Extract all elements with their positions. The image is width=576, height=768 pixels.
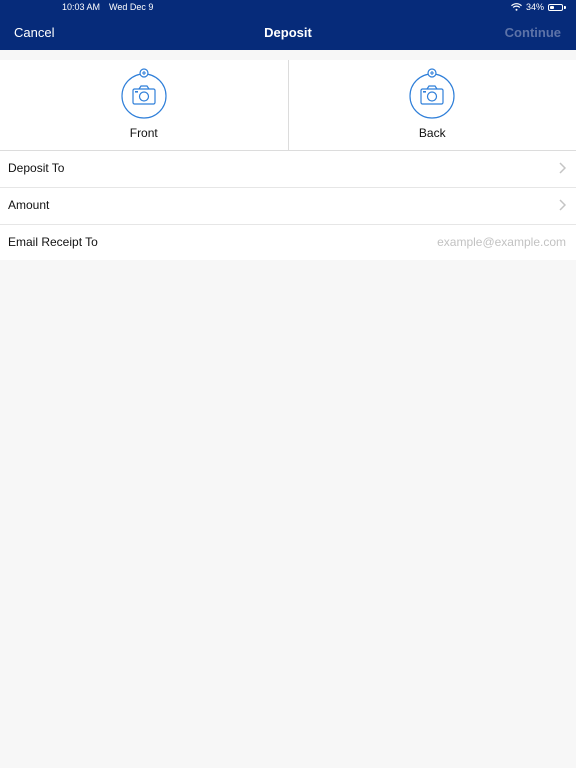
check-capture-row: Front Back bbox=[0, 60, 576, 151]
continue-button[interactable]: Continue bbox=[505, 25, 561, 40]
capture-back-label: Back bbox=[418, 126, 446, 140]
navigation-header: 10:03 AM Wed Dec 9 34% Cancel Deposit Co… bbox=[0, 0, 576, 50]
chevron-right-icon bbox=[559, 162, 566, 174]
page-title: Deposit bbox=[264, 25, 312, 40]
capture-front-label: Front bbox=[129, 126, 158, 140]
amount-row[interactable]: Amount bbox=[0, 188, 576, 225]
deposit-to-row[interactable]: Deposit To bbox=[0, 151, 576, 188]
chevron-right-icon bbox=[559, 199, 566, 211]
status-time: 10:03 AM bbox=[62, 2, 101, 12]
email-receipt-row: Email Receipt To bbox=[0, 225, 576, 261]
status-date: Wed Dec 9 bbox=[109, 2, 154, 12]
deposit-to-label: Deposit To bbox=[8, 161, 65, 175]
battery-icon bbox=[548, 3, 566, 11]
battery-percent: 34% bbox=[525, 2, 544, 12]
email-receipt-input[interactable] bbox=[366, 233, 566, 251]
capture-back-button[interactable]: Back bbox=[289, 60, 576, 150]
wifi-icon bbox=[511, 3, 522, 11]
status-bar: 10:03 AM Wed Dec 9 34% bbox=[0, 0, 576, 16]
empty-content-area bbox=[0, 260, 576, 768]
camera-add-icon bbox=[120, 67, 168, 119]
status-indicators: 34% bbox=[511, 2, 566, 12]
capture-front-button[interactable]: Front bbox=[0, 60, 289, 150]
amount-label: Amount bbox=[8, 198, 50, 212]
camera-add-icon bbox=[408, 67, 456, 119]
email-receipt-label: Email Receipt To bbox=[8, 235, 98, 249]
deposit-form: Deposit To Amount Email Receipt To bbox=[0, 151, 576, 262]
